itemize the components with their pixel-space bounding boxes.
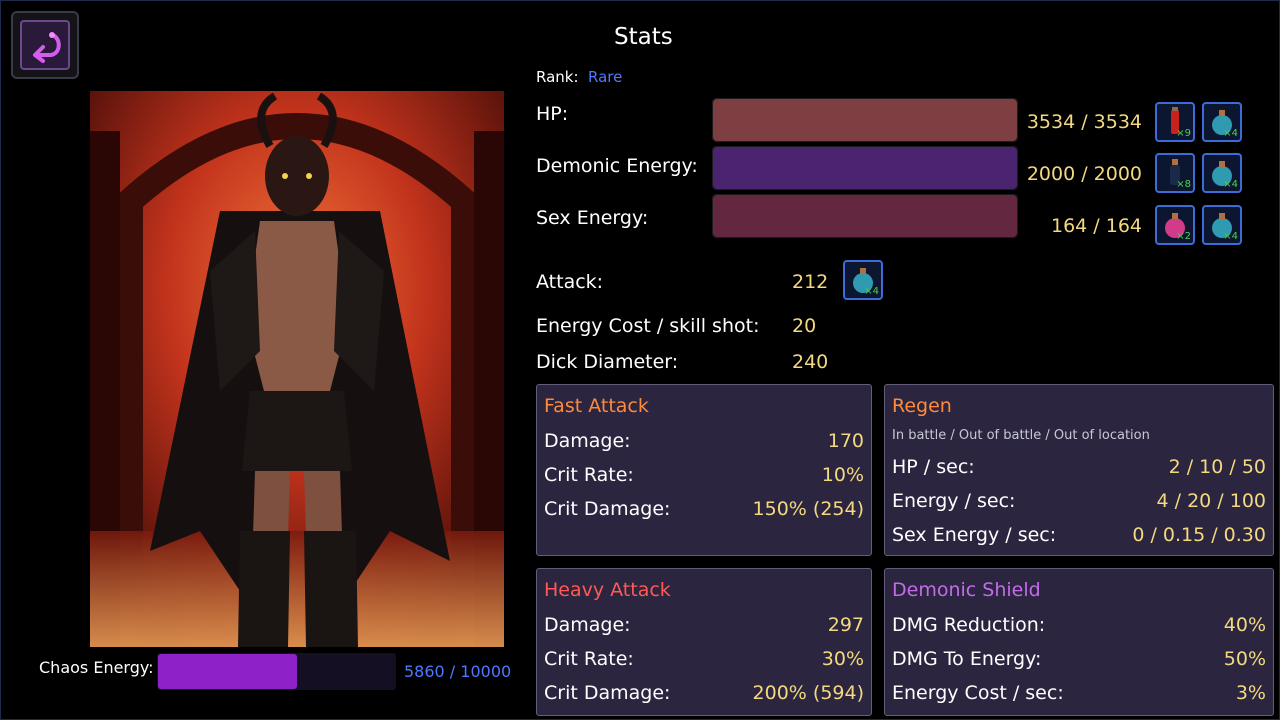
panel-subtitle: In battle / Out of battle / Out of locat… bbox=[892, 428, 1150, 443]
sex-energy-bar bbox=[712, 194, 1018, 238]
energy-label: Demonic Energy: bbox=[536, 155, 698, 177]
row-label: Crit Rate: bbox=[544, 464, 634, 486]
row-value: 0 / 0.15 / 0.30 bbox=[1132, 524, 1266, 546]
page-title: Stats bbox=[614, 24, 673, 50]
heavy-attack-panel: Heavy Attack Damage: 297 Crit Rate: 30% … bbox=[536, 568, 872, 716]
panel-title: Fast Attack bbox=[544, 395, 649, 417]
energy-value: 2000 / 2000 bbox=[1026, 163, 1142, 185]
row-label: Crit Rate: bbox=[544, 648, 634, 670]
item-count: ×4 bbox=[1223, 179, 1238, 190]
stat-row: Energy Cost / sec: 3% bbox=[892, 682, 1266, 708]
row-value: 10% bbox=[821, 464, 864, 486]
sex-potion-slot[interactable]: ×2 bbox=[1155, 205, 1195, 245]
row-value: 297 bbox=[827, 614, 864, 636]
row-value: 50% bbox=[1223, 648, 1266, 670]
row-value: 3% bbox=[1235, 682, 1266, 704]
hp-value: 3534 / 3534 bbox=[1026, 111, 1142, 133]
hp-label: HP: bbox=[536, 103, 569, 125]
energy-cost-label: Energy Cost / skill shot: bbox=[536, 315, 760, 337]
dick-diameter-value: 240 bbox=[792, 351, 829, 373]
energy-cost-value: 20 bbox=[792, 315, 817, 337]
rank-label: Rank: bbox=[536, 68, 579, 86]
row-label: Energy Cost / sec: bbox=[892, 682, 1064, 704]
row-label: DMG Reduction: bbox=[892, 614, 1046, 636]
stat-row: Sex Energy / sec: 0 / 0.15 / 0.30 bbox=[892, 524, 1266, 550]
stat-row: Crit Rate: 30% bbox=[544, 648, 864, 674]
hp-elixir-slot[interactable]: ×4 bbox=[1202, 102, 1242, 142]
item-count: ×4 bbox=[864, 286, 879, 297]
panel-title: Heavy Attack bbox=[544, 579, 671, 601]
row-label: HP / sec: bbox=[892, 456, 975, 478]
row-label: Damage: bbox=[544, 614, 631, 636]
sex-energy-value: 164 / 164 bbox=[1050, 215, 1142, 237]
hp-bar-fill bbox=[713, 99, 1017, 141]
sex-energy-label: Sex Energy: bbox=[536, 207, 649, 229]
character-portrait bbox=[90, 91, 504, 647]
chaos-energy-bar bbox=[157, 653, 396, 690]
item-count: ×9 bbox=[1176, 128, 1191, 139]
row-value: 200% (594) bbox=[752, 682, 864, 704]
row-label: DMG To Energy: bbox=[892, 648, 1042, 670]
stat-row: DMG Reduction: 40% bbox=[892, 614, 1266, 640]
item-count: ×4 bbox=[1223, 128, 1238, 139]
rank-value: Rare bbox=[588, 68, 623, 86]
dick-diameter-label: Dick Diameter: bbox=[536, 351, 679, 373]
regen-panel: Regen In battle / Out of battle / Out of… bbox=[884, 384, 1274, 556]
row-label: Energy / sec: bbox=[892, 490, 1016, 512]
panel-title: Demonic Shield bbox=[892, 579, 1041, 601]
panel-title: Regen bbox=[892, 395, 952, 417]
sex-elixir-slot[interactable]: ×4 bbox=[1202, 205, 1242, 245]
item-count: ×2 bbox=[1176, 231, 1191, 242]
chaos-energy-label: Chaos Energy: bbox=[39, 658, 154, 677]
row-label: Crit Damage: bbox=[544, 682, 671, 704]
hp-potion-slot[interactable]: ×9 bbox=[1155, 102, 1195, 142]
stat-row: DMG To Energy: 50% bbox=[892, 648, 1266, 674]
energy-bar-fill bbox=[713, 147, 1017, 189]
row-label: Damage: bbox=[544, 430, 631, 452]
stat-row: HP / sec: 2 / 10 / 50 bbox=[892, 456, 1266, 482]
energy-elixir-slot[interactable]: ×4 bbox=[1202, 153, 1242, 193]
fast-attack-panel: Fast Attack Damage: 170 Crit Rate: 10% C… bbox=[536, 384, 872, 556]
attack-label: Attack: bbox=[536, 271, 604, 293]
stat-row: Crit Damage: 150% (254) bbox=[544, 498, 864, 524]
stat-row: Energy / sec: 4 / 20 / 100 bbox=[892, 490, 1266, 516]
chaos-energy-fill bbox=[158, 654, 297, 689]
row-value: 4 / 20 / 100 bbox=[1156, 490, 1267, 512]
attack-potion-slot[interactable]: ×4 bbox=[843, 260, 883, 300]
item-count: ×4 bbox=[1223, 231, 1238, 242]
row-value: 170 bbox=[827, 430, 864, 452]
back-button[interactable] bbox=[11, 11, 79, 79]
stat-row: Crit Damage: 200% (594) bbox=[544, 682, 864, 708]
stat-row: Damage: 297 bbox=[544, 614, 864, 640]
sex-energy-bar-fill bbox=[713, 195, 1017, 237]
row-value: 2 / 10 / 50 bbox=[1168, 456, 1266, 478]
stat-row: Damage: 170 bbox=[544, 430, 864, 456]
row-label: Crit Damage: bbox=[544, 498, 671, 520]
row-value: 30% bbox=[821, 648, 864, 670]
energy-potion-slot[interactable]: ×8 bbox=[1155, 153, 1195, 193]
energy-bar bbox=[712, 146, 1018, 190]
row-value: 40% bbox=[1223, 614, 1266, 636]
item-count: ×8 bbox=[1176, 179, 1191, 190]
attack-value: 212 bbox=[792, 271, 829, 293]
row-value: 150% (254) bbox=[752, 498, 864, 520]
hp-bar bbox=[712, 98, 1018, 142]
back-arrow-icon bbox=[20, 20, 70, 70]
stat-row: Crit Rate: 10% bbox=[544, 464, 864, 490]
demonic-shield-panel: Demonic Shield DMG Reduction: 40% DMG To… bbox=[884, 568, 1274, 716]
row-label: Sex Energy / sec: bbox=[892, 524, 1057, 546]
chaos-energy-value: 5860 / 10000 bbox=[404, 662, 512, 681]
